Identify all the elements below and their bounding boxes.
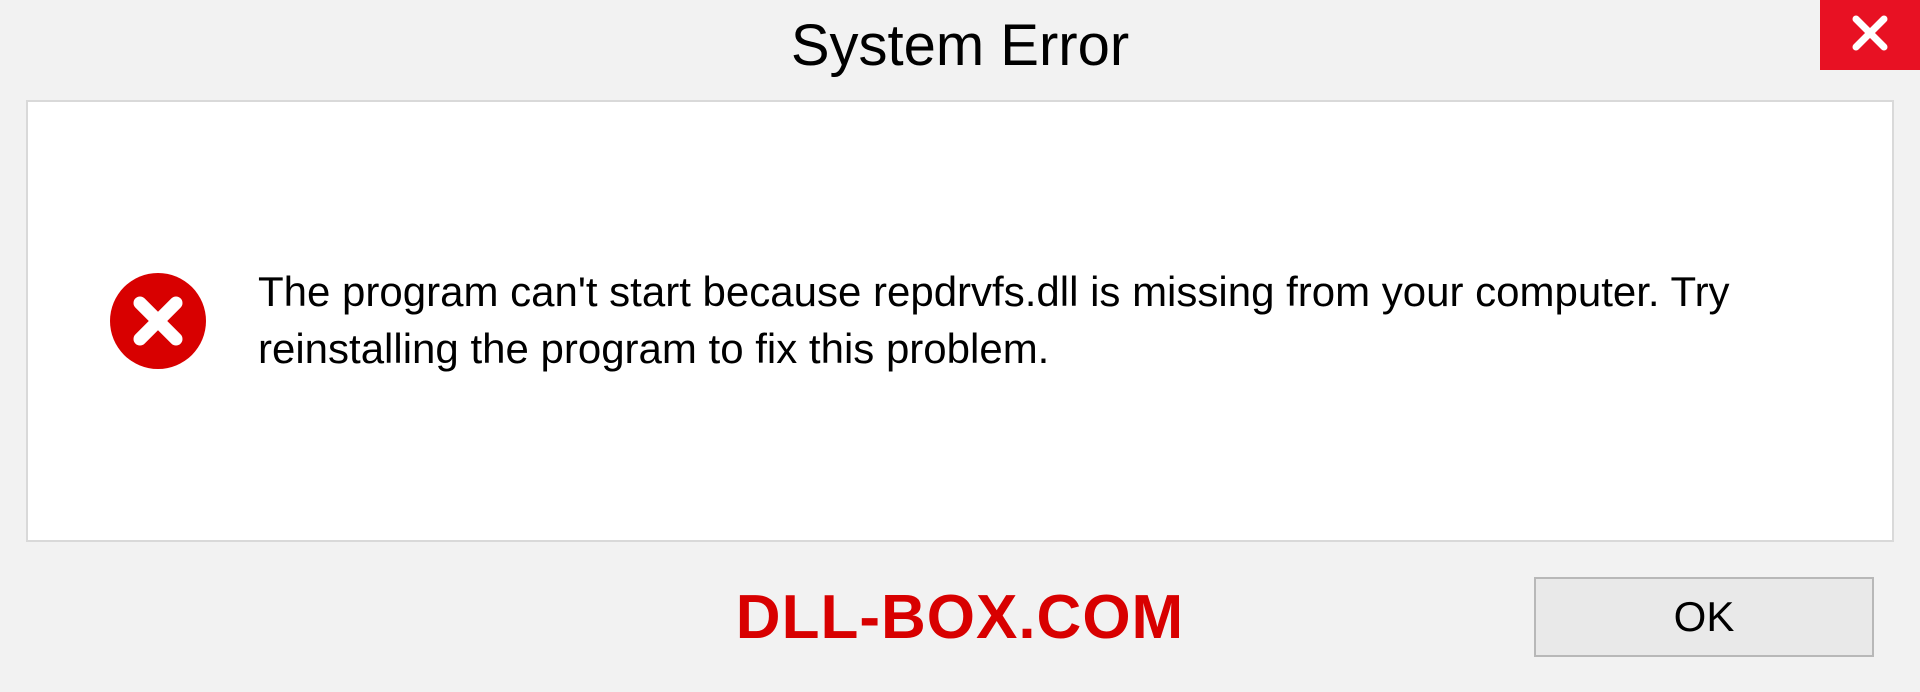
dialog-footer: DLL-BOX.COM OK bbox=[26, 542, 1894, 692]
content-panel: The program can't start because repdrvfs… bbox=[26, 100, 1894, 542]
watermark-text: DLL-BOX.COM bbox=[736, 582, 1184, 653]
title-bar: System Error bbox=[0, 0, 1920, 100]
ok-button[interactable]: OK bbox=[1534, 577, 1874, 657]
close-button[interactable] bbox=[1820, 0, 1920, 70]
close-icon bbox=[1846, 9, 1894, 62]
dialog-title: System Error bbox=[791, 12, 1129, 79]
error-icon bbox=[108, 271, 208, 371]
error-message: The program can't start because repdrvfs… bbox=[258, 264, 1832, 377]
